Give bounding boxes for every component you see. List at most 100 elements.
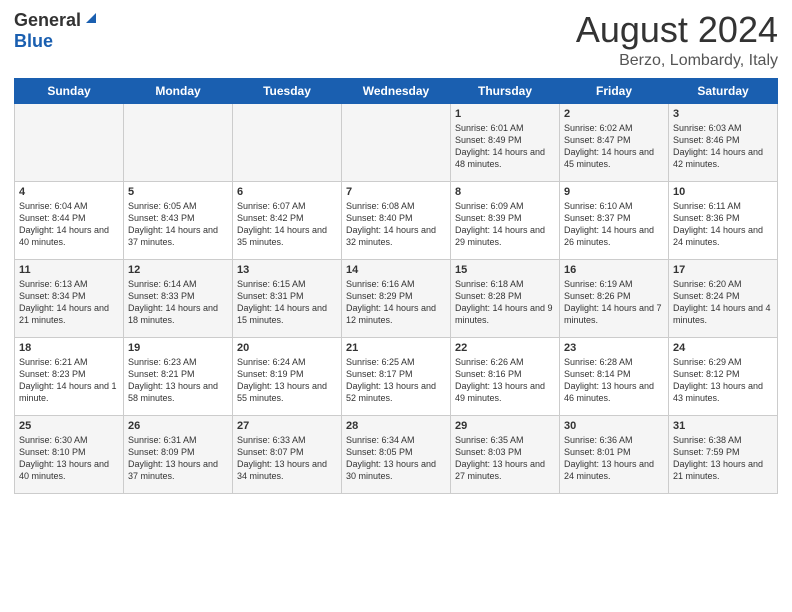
day-content: Sunrise: 6:18 AMSunset: 8:28 PMDaylight:…	[455, 278, 555, 327]
calendar-cell: 16 Sunrise: 6:19 AMSunset: 8:26 PMDayligh…	[560, 259, 669, 337]
page-container: General Blue August 2024 Berzo, Lombardy…	[0, 0, 792, 502]
day-content: Sunrise: 6:20 AMSunset: 8:24 PMDaylight:…	[673, 278, 773, 327]
day-number: 3	[673, 108, 773, 120]
calendar-cell	[342, 103, 451, 181]
calendar-cell: 28 Sunrise: 6:34 AMSunset: 8:05 PMDayligh…	[342, 415, 451, 493]
calendar-cell: 19 Sunrise: 6:23 AMSunset: 8:21 PMDayligh…	[124, 337, 233, 415]
day-number: 10	[673, 186, 773, 198]
calendar-header: SundayMondayTuesdayWednesdayThursdayFrid…	[15, 78, 778, 103]
day-number: 26	[128, 420, 228, 432]
calendar-week-1: 1 Sunrise: 6:01 AMSunset: 8:49 PMDaylight…	[15, 103, 778, 181]
calendar-cell: 4Sunrise: 6:04 AMSunset: 8:44 PMDaylight…	[15, 181, 124, 259]
day-content: Sunrise: 6:16 AMSunset: 8:29 PMDaylight:…	[346, 278, 446, 327]
calendar-cell: 5Sunrise: 6:05 AMSunset: 8:43 PMDaylight…	[124, 181, 233, 259]
day-number: 28	[346, 420, 446, 432]
calendar-cell: 17 Sunrise: 6:20 AMSunset: 8:24 PMDayligh…	[669, 259, 778, 337]
calendar-body: 1 Sunrise: 6:01 AMSunset: 8:49 PMDaylight…	[15, 103, 778, 493]
logo-blue-line: Blue	[14, 31, 53, 52]
calendar-cell	[124, 103, 233, 181]
day-content: Sunrise: 6:11 AMSunset: 8:36 PMDaylight:…	[673, 200, 773, 249]
day-content: Sunrise: 6:26 AMSunset: 8:16 PMDaylight:…	[455, 356, 555, 405]
day-number: 21	[346, 342, 446, 354]
day-number: 13	[237, 264, 337, 276]
calendar-cell: 15 Sunrise: 6:18 AMSunset: 8:28 PMDayligh…	[451, 259, 560, 337]
calendar-week-2: 4Sunrise: 6:04 AMSunset: 8:44 PMDaylight…	[15, 181, 778, 259]
calendar-week-4: 18Sunrise: 6:21 AMSunset: 8:23 PMDayligh…	[15, 337, 778, 415]
day-content: Sunrise: 6:38 AMSunset: 7:59 PMDaylight:…	[673, 434, 773, 483]
calendar-cell: 29 Sunrise: 6:35 AMSunset: 8:03 PMDayligh…	[451, 415, 560, 493]
calendar-cell: 23 Sunrise: 6:28 AMSunset: 8:14 PMDayligh…	[560, 337, 669, 415]
day-number: 20	[237, 342, 337, 354]
day-number: 22	[455, 342, 555, 354]
calendar-cell	[15, 103, 124, 181]
day-content: Sunrise: 6:35 AMSunset: 8:03 PMDaylight:…	[455, 434, 555, 483]
day-number: 1	[455, 108, 555, 120]
day-number: 25	[19, 420, 119, 432]
calendar-title: August 2024	[576, 10, 778, 50]
calendar-cell: 20 Sunrise: 6:24 AMSunset: 8:19 PMDayligh…	[233, 337, 342, 415]
day-number: 11	[19, 264, 119, 276]
calendar-cell: 8 Sunrise: 6:09 AMSunset: 8:39 PMDaylight…	[451, 181, 560, 259]
calendar-cell: 1 Sunrise: 6:01 AMSunset: 8:49 PMDaylight…	[451, 103, 560, 181]
day-number: 23	[564, 342, 664, 354]
calendar-cell: 2 Sunrise: 6:02 AMSunset: 8:47 PMDaylight…	[560, 103, 669, 181]
weekday-header-sunday: Sunday	[15, 78, 124, 103]
calendar-cell: 13Sunrise: 6:15 AMSunset: 8:31 PMDayligh…	[233, 259, 342, 337]
weekday-header-saturday: Saturday	[669, 78, 778, 103]
day-content: Sunrise: 6:23 AMSunset: 8:21 PMDaylight:…	[128, 356, 228, 405]
calendar-week-5: 25 Sunrise: 6:30 AMSunset: 8:10 PMDayligh…	[15, 415, 778, 493]
calendar-cell: 26 Sunrise: 6:31 AMSunset: 8:09 PMDayligh…	[124, 415, 233, 493]
day-number: 2	[564, 108, 664, 120]
calendar-cell: 22 Sunrise: 6:26 AMSunset: 8:16 PMDayligh…	[451, 337, 560, 415]
day-content: Sunrise: 6:24 AMSunset: 8:19 PMDaylight:…	[237, 356, 337, 405]
calendar-table: SundayMondayTuesdayWednesdayThursdayFrid…	[14, 78, 778, 494]
day-content: Sunrise: 6:08 AMSunset: 8:40 PMDaylight:…	[346, 200, 446, 249]
calendar-cell: 21Sunrise: 6:25 AMSunset: 8:17 PMDayligh…	[342, 337, 451, 415]
day-number: 24	[673, 342, 773, 354]
calendar-location: Berzo, Lombardy, Italy	[576, 52, 778, 70]
day-content: Sunrise: 6:31 AMSunset: 8:09 PMDaylight:…	[128, 434, 228, 483]
day-number: 7	[346, 186, 446, 198]
calendar-cell: 9Sunrise: 6:10 AMSunset: 8:37 PMDaylight…	[560, 181, 669, 259]
day-number: 16	[564, 264, 664, 276]
day-content: Sunrise: 6:36 AMSunset: 8:01 PMDaylight:…	[564, 434, 664, 483]
day-content: Sunrise: 6:01 AMSunset: 8:49 PMDaylight:…	[455, 122, 555, 171]
day-number: 19	[128, 342, 228, 354]
weekday-header-thursday: Thursday	[451, 78, 560, 103]
calendar-cell: 25 Sunrise: 6:30 AMSunset: 8:10 PMDayligh…	[15, 415, 124, 493]
day-content: Sunrise: 6:19 AMSunset: 8:26 PMDaylight:…	[564, 278, 664, 327]
calendar-cell: 12Sunrise: 6:14 AMSunset: 8:33 PMDayligh…	[124, 259, 233, 337]
day-number: 29	[455, 420, 555, 432]
calendar-cell: 30Sunrise: 6:36 AMSunset: 8:01 PMDayligh…	[560, 415, 669, 493]
weekday-header-wednesday: Wednesday	[342, 78, 451, 103]
day-content: Sunrise: 6:09 AMSunset: 8:39 PMDaylight:…	[455, 200, 555, 249]
logo-general-text: General	[14, 10, 81, 31]
logo-arrow-icon	[84, 11, 98, 30]
calendar-cell: 18Sunrise: 6:21 AMSunset: 8:23 PMDayligh…	[15, 337, 124, 415]
weekday-header-row: SundayMondayTuesdayWednesdayThursdayFrid…	[15, 78, 778, 103]
day-content: Sunrise: 6:30 AMSunset: 8:10 PMDaylight:…	[19, 434, 119, 483]
day-number: 8	[455, 186, 555, 198]
day-number: 18	[19, 342, 119, 354]
day-content: Sunrise: 6:33 AMSunset: 8:07 PMDaylight:…	[237, 434, 337, 483]
calendar-cell: 6Sunrise: 6:07 AMSunset: 8:42 PMDaylight…	[233, 181, 342, 259]
day-number: 15	[455, 264, 555, 276]
calendar-cell: 11 Sunrise: 6:13 AMSunset: 8:34 PMDayligh…	[15, 259, 124, 337]
day-number: 6	[237, 186, 337, 198]
calendar-cell: 10 Sunrise: 6:11 AMSunset: 8:36 PMDayligh…	[669, 181, 778, 259]
weekday-header-friday: Friday	[560, 78, 669, 103]
day-content: Sunrise: 6:34 AMSunset: 8:05 PMDaylight:…	[346, 434, 446, 483]
day-content: Sunrise: 6:03 AMSunset: 8:46 PMDaylight:…	[673, 122, 773, 171]
day-content: Sunrise: 6:28 AMSunset: 8:14 PMDaylight:…	[564, 356, 664, 405]
calendar-cell	[233, 103, 342, 181]
weekday-header-monday: Monday	[124, 78, 233, 103]
day-number: 31	[673, 420, 773, 432]
day-number: 9	[564, 186, 664, 198]
day-content: Sunrise: 6:13 AMSunset: 8:34 PMDaylight:…	[19, 278, 119, 327]
logo-blue-text: Blue	[14, 31, 53, 52]
day-number: 17	[673, 264, 773, 276]
day-content: Sunrise: 6:02 AMSunset: 8:47 PMDaylight:…	[564, 122, 664, 171]
header: General Blue August 2024 Berzo, Lombardy…	[14, 10, 778, 70]
calendar-cell: 24 Sunrise: 6:29 AMSunset: 8:12 PMDayligh…	[669, 337, 778, 415]
day-content: Sunrise: 6:29 AMSunset: 8:12 PMDaylight:…	[673, 356, 773, 405]
